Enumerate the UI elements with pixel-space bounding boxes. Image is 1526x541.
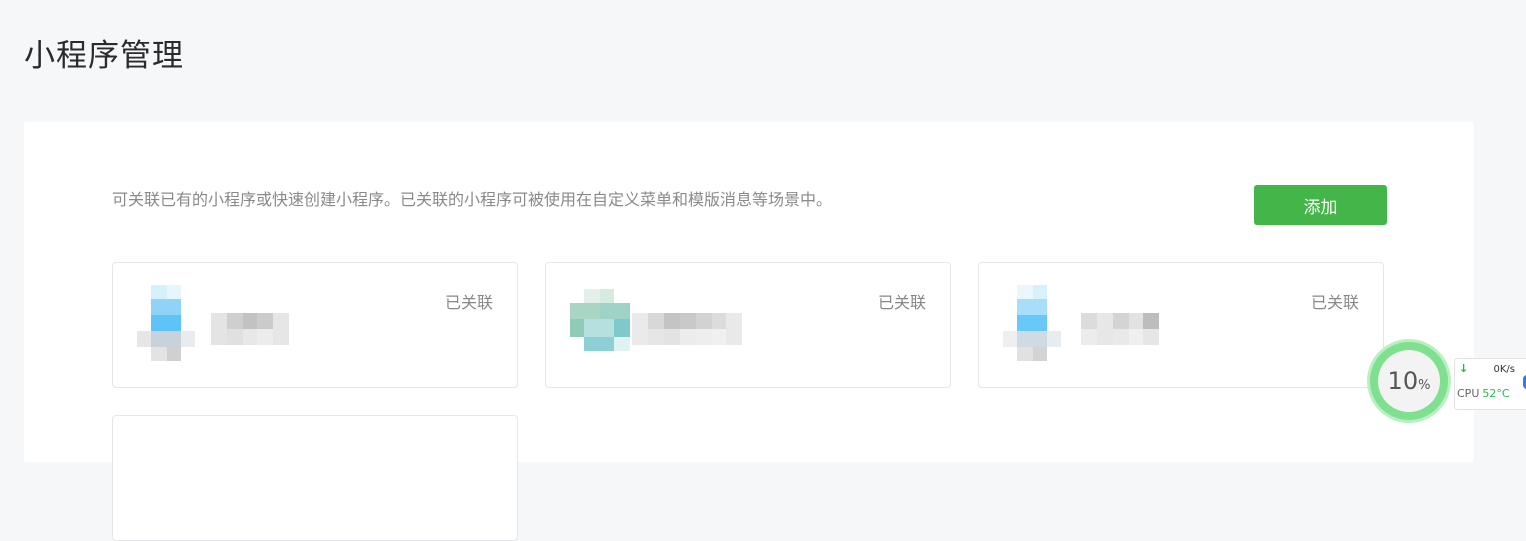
- cpu-usage-value: 10%: [1378, 350, 1440, 412]
- card-status-label: 已关联: [877, 293, 926, 312]
- network-speed: 0K/s: [1493, 364, 1516, 375]
- mini-program-avatar: [137, 285, 197, 361]
- card-status-label: 已关联: [444, 293, 493, 312]
- mini-program-avatar: [570, 285, 630, 361]
- panel-description: 可关联已有的小程序或快速创建小程序。已关联的小程序可被使用在自定义菜单和模版消息…: [112, 190, 833, 209]
- mini-program-avatar: [1003, 285, 1063, 361]
- cpu-usage-ring[interactable]: 10%: [1370, 342, 1448, 420]
- download-arrow-icon: ↓: [1459, 362, 1469, 375]
- page-title: 小程序管理: [24, 38, 184, 74]
- add-button[interactable]: 添加: [1254, 185, 1387, 225]
- cpu-temperature: CPU 52°C: [1457, 387, 1510, 400]
- mini-program-card[interactable]: [112, 415, 518, 541]
- cpu-stats-panel: ↓ 0K/s CPU 52°C: [1454, 358, 1526, 410]
- card-status-label: 已关联: [1310, 293, 1359, 312]
- mini-program-card[interactable]: 已关联: [112, 262, 518, 388]
- mini-program-card[interactable]: 已关联: [978, 262, 1384, 388]
- mini-program-card[interactable]: 已关联: [545, 262, 951, 388]
- system-monitor-widget[interactable]: 10% ↓ 0K/s CPU 52°C: [1370, 338, 1526, 424]
